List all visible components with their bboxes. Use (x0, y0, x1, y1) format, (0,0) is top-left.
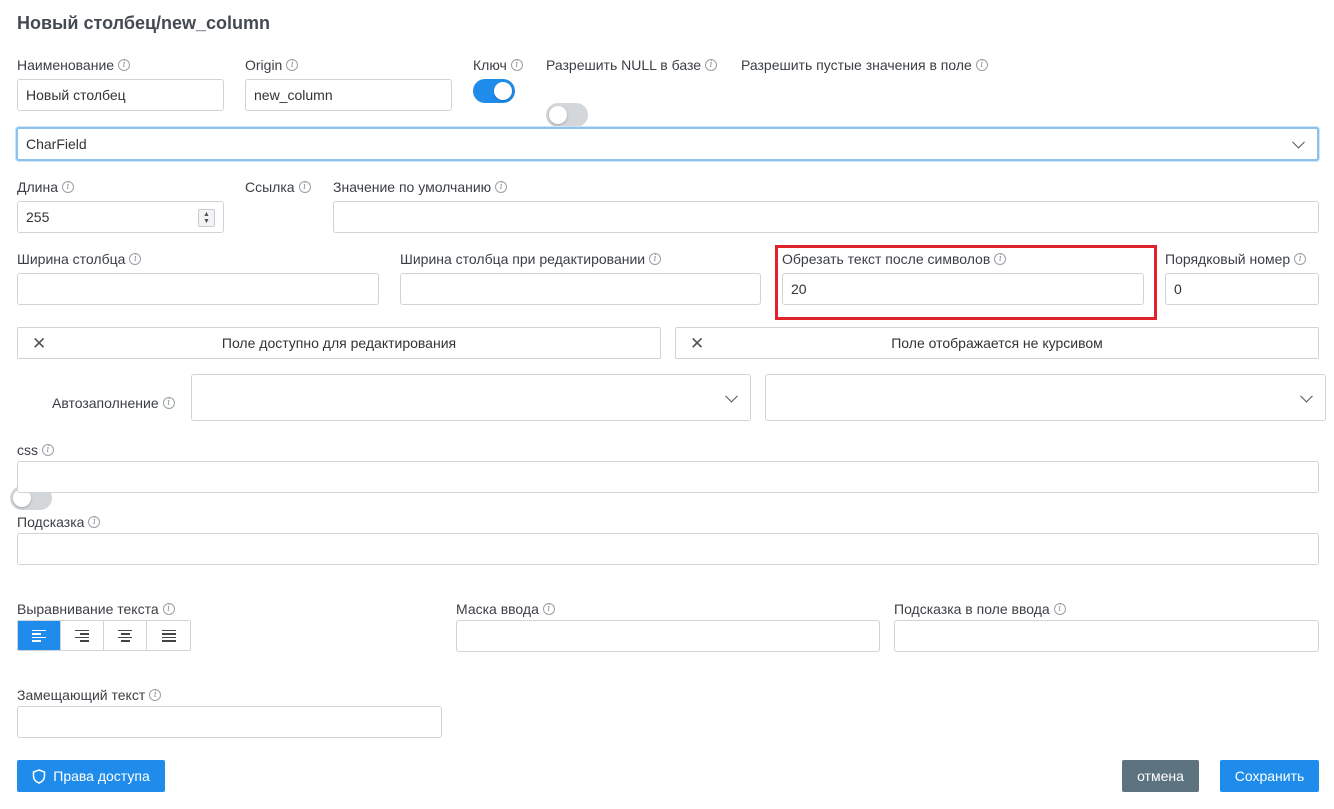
info-icon[interactable]: i (88, 516, 101, 528)
origin-label: Origin i (245, 57, 299, 73)
name-input[interactable]: Новый столбец (17, 79, 224, 111)
default-value-label: Значение по умолчанию i (333, 179, 508, 195)
editable-button[interactable]: ✕ Поле доступно для редактирования (17, 327, 661, 359)
allow-null-label: Разрешить NULL в базе i (546, 57, 718, 73)
input-hint-label: Подсказка в поле ввода i (894, 601, 1066, 617)
page-title: Новый столбец/new_column (17, 13, 271, 33)
col-width-label: Ширина столбца i (17, 251, 142, 267)
hint-label: Подсказка i (17, 514, 101, 530)
key-label: Ключ i (473, 57, 523, 73)
info-icon[interactable]: i (162, 603, 175, 615)
input-mask-label: Маска ввода i (456, 601, 555, 617)
access-rights-button[interactable]: Права доступа (17, 760, 165, 792)
align-center-button[interactable] (104, 621, 147, 650)
allow-empty-label: Разрешить пустые значения в поле i (741, 57, 988, 73)
info-icon[interactable]: i (510, 59, 523, 71)
autofill-field-select[interactable] (765, 374, 1326, 421)
stepper-icon[interactable]: ▲ ▼ (198, 209, 215, 227)
length-input[interactable]: 255 ▲ ▼ (17, 201, 224, 233)
info-icon[interactable]: i (994, 253, 1007, 265)
save-button[interactable]: Сохранить (1220, 760, 1319, 792)
align-center-icon (118, 629, 132, 642)
info-icon[interactable]: i (1053, 603, 1066, 615)
close-icon: ✕ (690, 334, 705, 353)
text-align-group (17, 620, 191, 651)
chevron-down-icon (1300, 389, 1313, 403)
hint-input[interactable] (17, 533, 1319, 565)
align-right-icon (75, 629, 89, 642)
placeholder-text-input[interactable] (17, 706, 442, 738)
allow-null-toggle[interactable] (546, 103, 588, 127)
align-justify-icon (161, 629, 176, 642)
info-icon[interactable]: i (542, 603, 555, 615)
truncate-label: Обрезать текст после символов i (782, 251, 1007, 267)
align-right-button[interactable] (61, 621, 104, 650)
input-hint-input[interactable] (894, 620, 1319, 652)
chevron-down-icon (725, 389, 738, 403)
info-icon[interactable]: i (62, 181, 74, 193)
shield-icon (33, 768, 46, 784)
info-icon[interactable]: i (118, 59, 131, 71)
text-align-label: Выравнивание текста i (17, 601, 175, 617)
link-label: Ссылка i (245, 179, 311, 195)
name-label: Наименование i (17, 57, 131, 73)
field-type-select[interactable]: CharField (16, 127, 1319, 161)
autofill-source-select[interactable] (191, 374, 751, 421)
align-left-icon (32, 629, 46, 642)
key-toggle[interactable] (473, 79, 515, 103)
close-icon: ✕ (32, 334, 47, 353)
chevron-down-icon (1292, 135, 1305, 149)
css-input[interactable] (17, 461, 1319, 493)
align-left-button[interactable] (18, 621, 61, 650)
order-label: Порядковый номер i (1165, 251, 1307, 267)
col-width-edit-input[interactable] (400, 273, 761, 305)
italic-button[interactable]: ✕ Поле отображается не курсивом (675, 327, 1319, 359)
info-icon[interactable]: i (129, 253, 142, 265)
origin-input[interactable]: new_column (245, 79, 452, 111)
input-mask-input[interactable] (456, 620, 880, 652)
placeholder-text-label: Замещающий текст i (17, 687, 162, 703)
order-input[interactable]: 0 (1165, 273, 1319, 305)
info-icon[interactable]: i (649, 253, 662, 265)
cancel-button[interactable]: отмена (1122, 760, 1199, 792)
info-icon[interactable]: i (286, 59, 299, 71)
col-width-input[interactable] (17, 273, 379, 305)
info-icon[interactable]: i (1294, 253, 1307, 265)
align-justify-button[interactable] (147, 621, 190, 650)
info-icon[interactable]: i (298, 181, 311, 193)
info-icon[interactable]: i (162, 397, 175, 409)
autofill-label: Автозаполнение i (52, 395, 175, 411)
info-icon[interactable]: i (149, 689, 162, 701)
length-label: Длина i (17, 179, 74, 195)
info-icon[interactable]: i (495, 181, 508, 193)
col-width-edit-label: Ширина столбца при редактировании i (400, 251, 662, 267)
info-icon[interactable]: i (705, 59, 718, 71)
css-label: css i (17, 442, 54, 458)
info-icon[interactable]: i (975, 59, 988, 71)
truncate-input[interactable]: 20 (782, 273, 1144, 305)
info-icon[interactable]: i (42, 444, 54, 456)
default-value-input[interactable] (333, 201, 1319, 233)
